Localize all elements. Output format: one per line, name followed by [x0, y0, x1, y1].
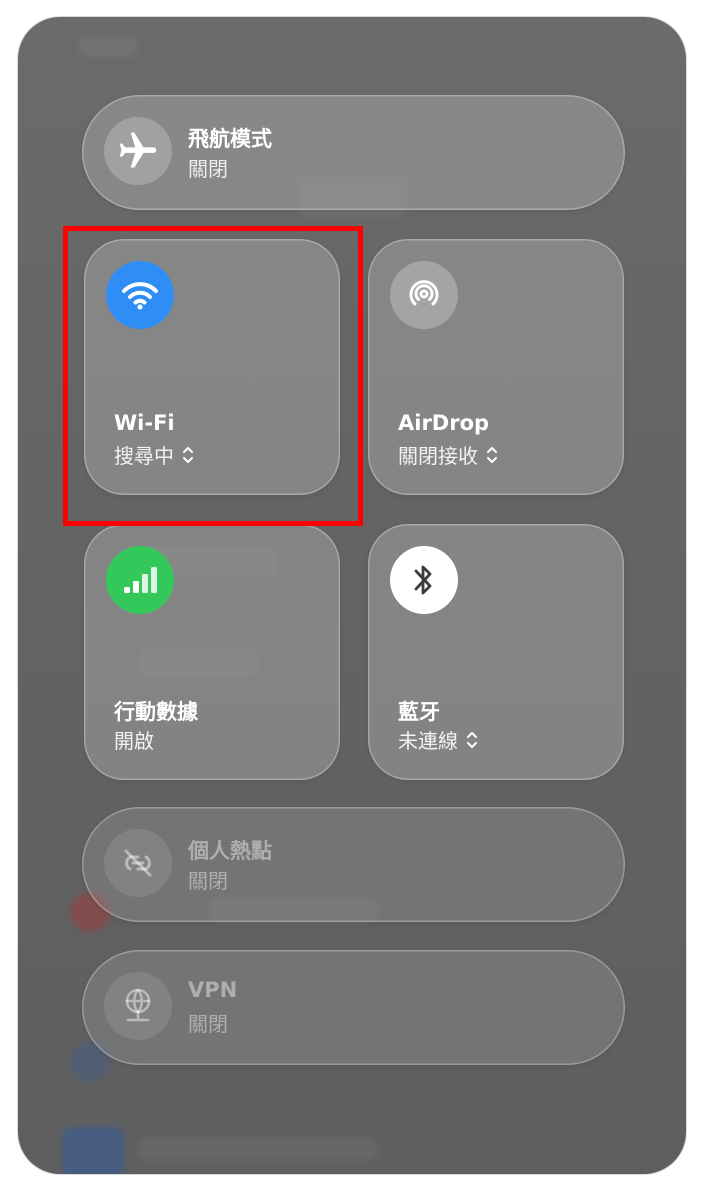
vpn-title: VPN — [188, 978, 238, 1002]
vpn-status: 關閉 — [188, 1012, 228, 1036]
airplane-mode-status: 關閉 — [188, 157, 228, 181]
airplane-mode-title: 飛航模式 — [188, 127, 272, 151]
personal-hotspot-toggle[interactable]: 個人熱點 關閉 — [82, 807, 625, 922]
cellular-data-tile[interactable]: 行動數據 開啟 — [84, 524, 340, 780]
bluetooth-tile[interactable]: 藍牙 未連線 — [368, 524, 624, 780]
background-blur — [138, 1137, 378, 1161]
hotspot-icon — [104, 829, 172, 897]
background-blur — [78, 37, 138, 57]
hotspot-title: 個人熱點 — [188, 839, 272, 863]
airplane-mode-toggle[interactable]: 飛航模式 關閉 — [82, 95, 625, 210]
airdrop-title: AirDrop — [398, 411, 490, 435]
airplane-icon — [104, 117, 172, 185]
cellular-status-label: 開啟 — [114, 729, 154, 753]
airdrop-tile[interactable]: AirDrop 關閉接收 — [368, 239, 624, 495]
highlight-box — [63, 226, 363, 526]
cellular-icon — [106, 546, 174, 614]
bluetooth-status: 未連線 — [398, 729, 458, 753]
cellular-status: 開啟 — [114, 725, 154, 754]
chevron-updown-icon — [486, 445, 498, 465]
airdrop-status-selector[interactable]: 關閉接收 — [398, 440, 498, 469]
vpn-icon — [104, 972, 172, 1040]
airdrop-icon — [390, 261, 458, 329]
background-blur — [62, 1127, 124, 1174]
chevron-updown-icon — [466, 730, 478, 750]
airdrop-status: 關閉接收 — [398, 444, 478, 468]
cellular-title: 行動數據 — [114, 700, 198, 724]
bluetooth-title: 藍牙 — [398, 700, 440, 724]
bluetooth-status-selector[interactable]: 未連線 — [398, 725, 478, 754]
bluetooth-icon — [390, 546, 458, 614]
vpn-toggle[interactable]: VPN 關閉 — [82, 950, 625, 1065]
hotspot-status: 關閉 — [188, 869, 228, 893]
control-center-panel: 飛航模式 關閉 Wi-Fi 搜尋中 AirDrop 關閉接收 行動數據 開啟 藍… — [18, 17, 686, 1174]
